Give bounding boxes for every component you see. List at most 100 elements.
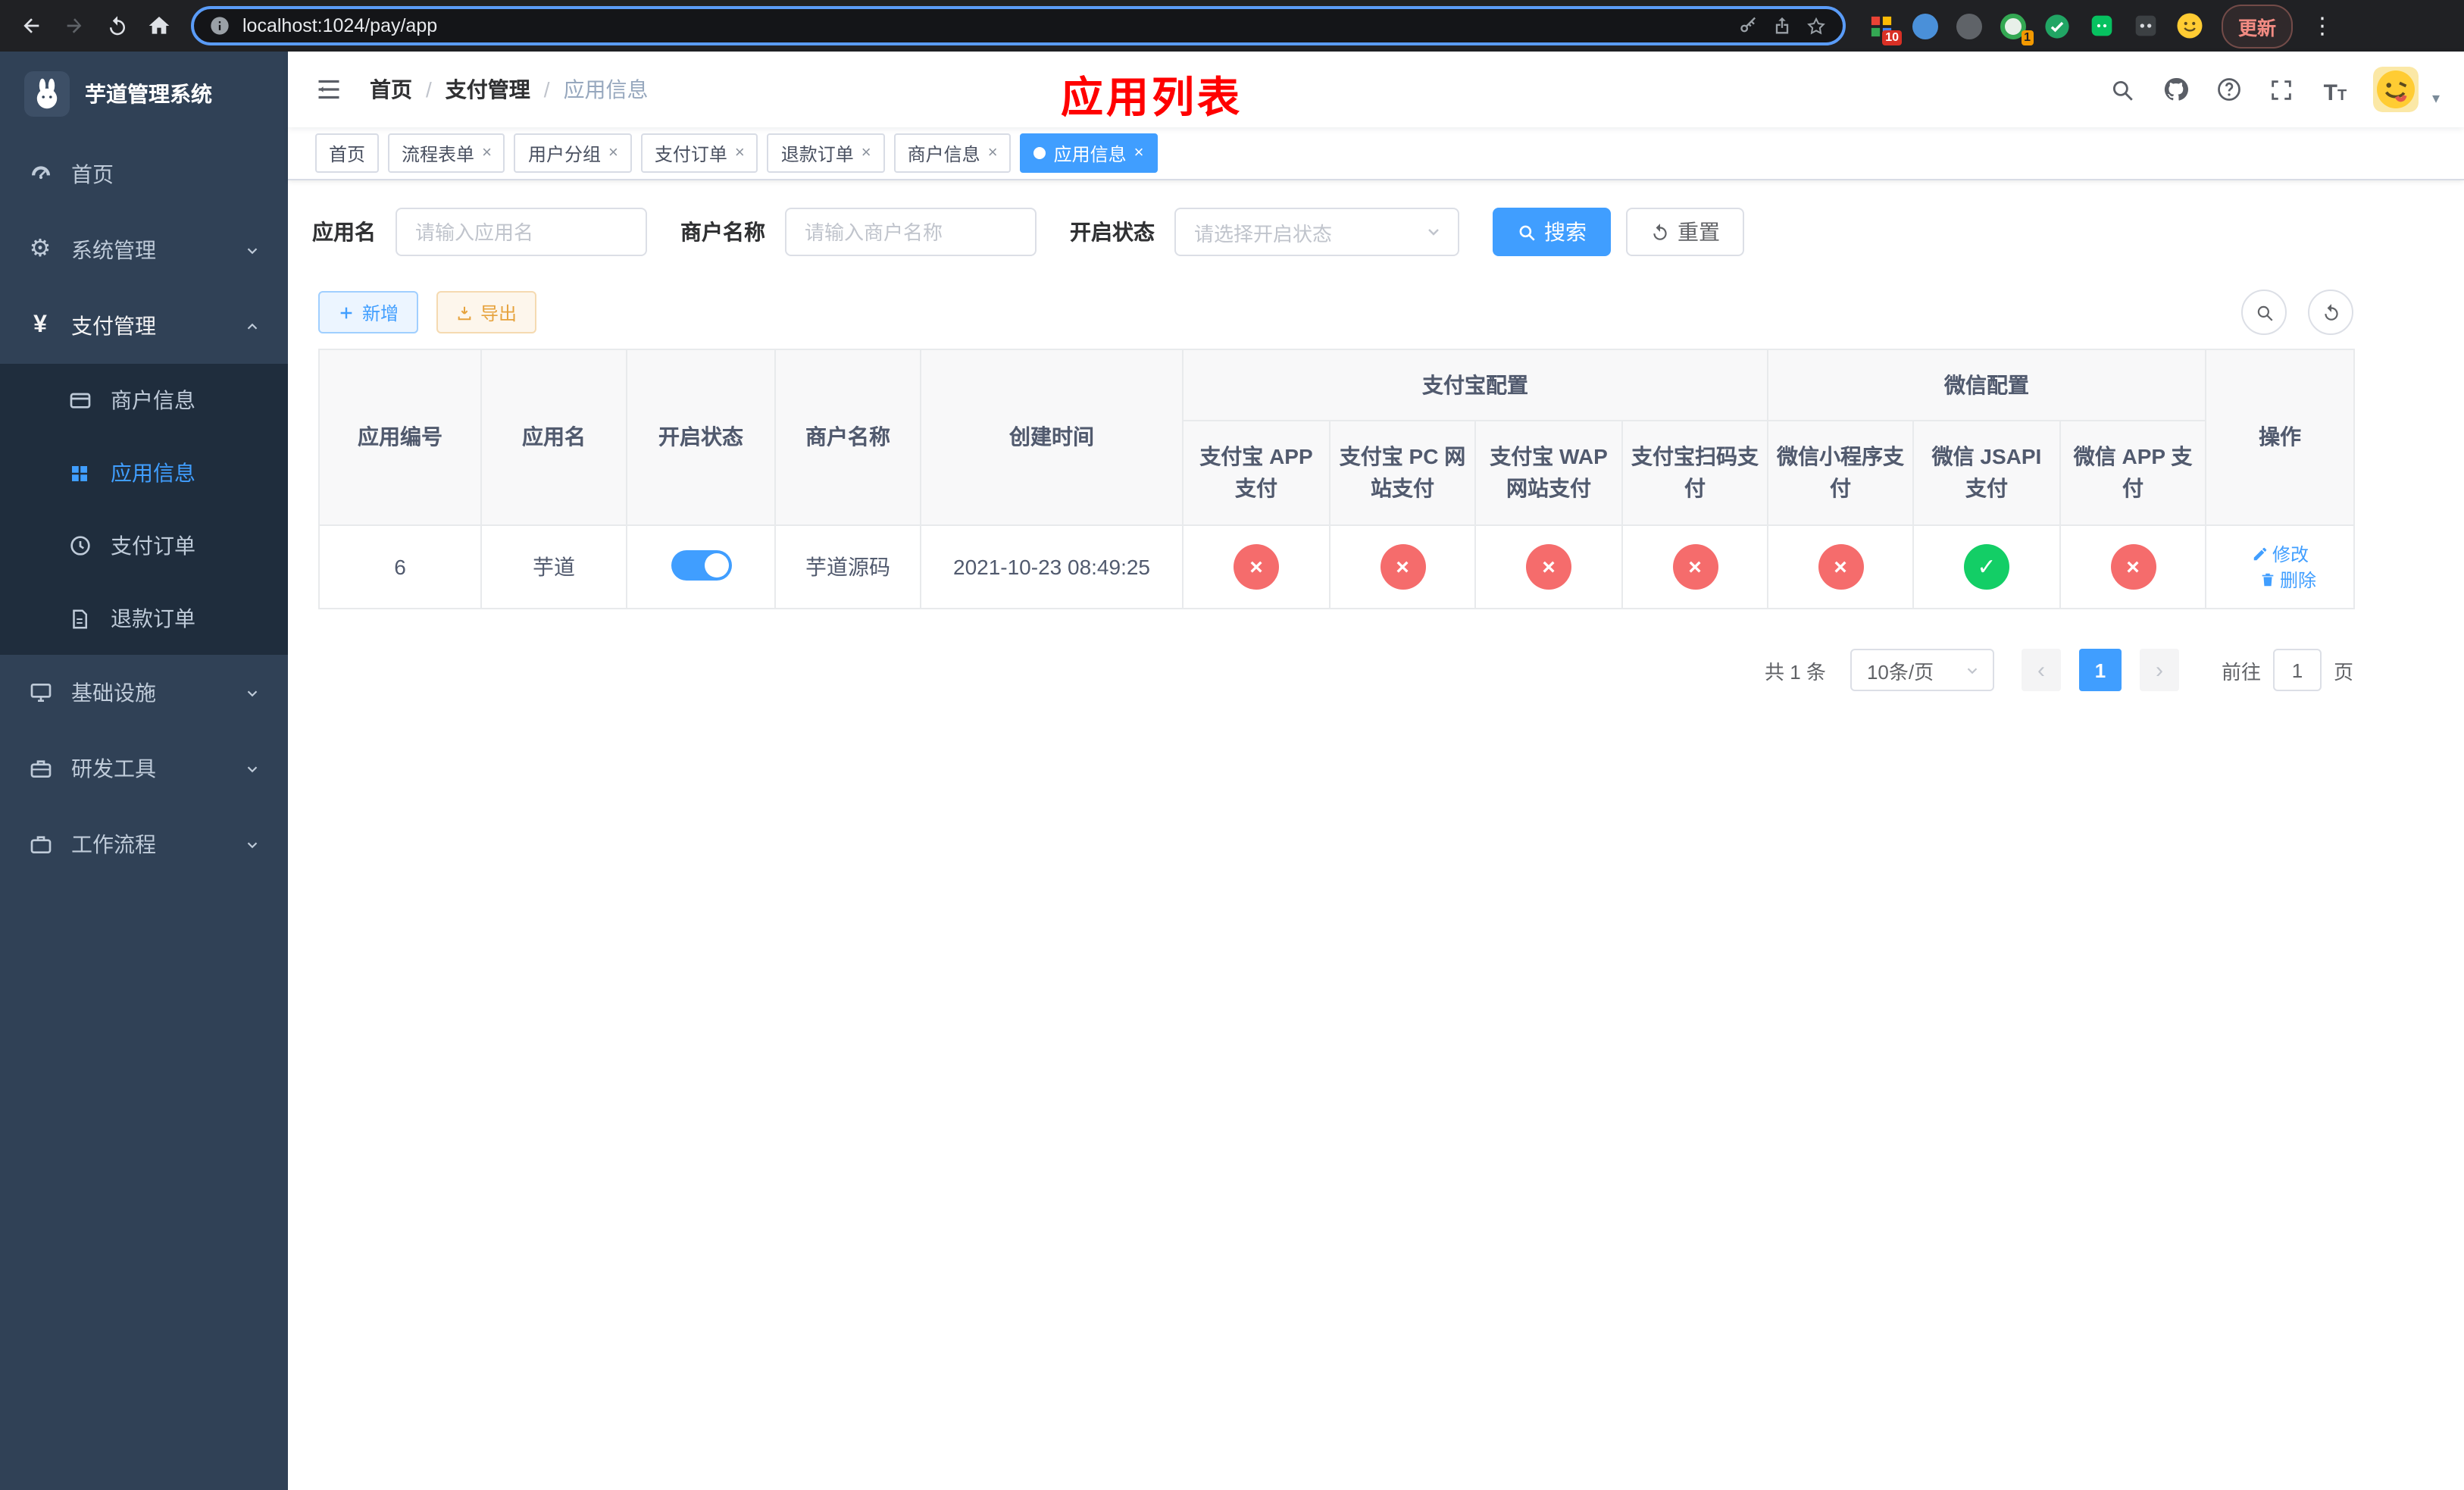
next-page-button[interactable]: ›: [2139, 649, 2179, 691]
browser-home-button[interactable]: [139, 6, 179, 45]
sidebar-item-home[interactable]: 首页: [0, 136, 288, 212]
prev-page-button[interactable]: ‹: [2021, 649, 2061, 691]
hamburger-icon[interactable]: [312, 73, 346, 106]
cell-merchant: 芋道源码: [774, 524, 921, 609]
browser-back-button[interactable]: [12, 6, 52, 45]
trash-icon: [2261, 573, 2273, 587]
extension-icon-emoji-avatar[interactable]: [2175, 11, 2203, 40]
site-info-icon[interactable]: [209, 15, 230, 36]
bookmark-star-icon[interactable]: [1805, 14, 1828, 37]
cell-alipay-app: ×: [1182, 524, 1330, 609]
close-icon[interactable]: ×: [608, 144, 618, 162]
monitor-icon: [27, 680, 53, 706]
close-icon[interactable]: ×: [1134, 144, 1144, 162]
font-size-icon[interactable]: TT: [2320, 74, 2350, 105]
extension-icon-ring[interactable]: 1: [1999, 11, 2034, 45]
button-label: 重置: [1678, 220, 1720, 244]
edit-link[interactable]: 修改: [2251, 541, 2309, 567]
browser-reload-button[interactable]: [97, 6, 136, 45]
sidebar-item-infrastructure[interactable]: 基础设施: [0, 655, 288, 731]
cell-alipay-pc: ×: [1329, 524, 1476, 609]
status-select[interactable]: 请选择开启状态: [1174, 208, 1459, 256]
column-header-created: 创建时间: [920, 349, 1184, 526]
extension-icon-gray[interactable]: [1955, 11, 1984, 40]
extension-badge: 10: [1882, 30, 1902, 45]
table-search-button[interactable]: [2241, 290, 2287, 335]
sidebar-item-label: 系统管理: [71, 238, 156, 262]
app-logo-row[interactable]: 芋道管理系统: [0, 52, 288, 136]
chevron-down-icon: [1428, 229, 1439, 236]
page-size-select[interactable]: 10条/页: [1850, 649, 1994, 691]
extension-icon-chat[interactable]: [2087, 11, 2115, 40]
search-icon: [2256, 305, 2272, 321]
sidebar-item-dev-tools[interactable]: 研发工具: [0, 731, 288, 806]
help-icon[interactable]: [2214, 74, 2244, 105]
table-refresh-button[interactable]: [2308, 290, 2353, 335]
topbar: 首页 / 支付管理 / 应用信息 应用列表 T T ▾: [288, 52, 2464, 127]
page-number-button[interactable]: 1: [2078, 649, 2122, 691]
add-button[interactable]: 新增: [318, 291, 419, 333]
cell-actions: 修改 删除: [2205, 524, 2356, 609]
enabled-toggle[interactable]: [671, 549, 731, 580]
sidebar-item-app-info[interactable]: 应用信息: [0, 437, 288, 509]
cell-app-name: 芋道: [480, 524, 627, 609]
extension-icon-dark[interactable]: [2131, 11, 2159, 40]
goto-page-input[interactable]: [2272, 649, 2322, 691]
app-name-input[interactable]: [396, 208, 647, 256]
extension-icon-grid[interactable]: 10: [1867, 11, 1902, 45]
tab-refund-order[interactable]: 退款订单 ×: [767, 133, 885, 173]
breadcrumb-payment[interactable]: 支付管理: [446, 74, 530, 105]
breadcrumb: 首页 / 支付管理 / 应用信息: [370, 74, 649, 105]
tab-label: 商户信息: [907, 143, 980, 164]
extension-icon-green-check[interactable]: [2043, 11, 2072, 40]
chrome-update-button[interactable]: 更新: [2222, 4, 2294, 48]
tab-process-form[interactable]: 流程表单 ×: [388, 133, 505, 173]
sidebar-item-merchant-info[interactable]: 商户信息: [0, 364, 288, 437]
yen-icon: ¥: [33, 312, 47, 338]
refresh-icon: [2324, 303, 2337, 320]
browser-menu-icon[interactable]: ⋮: [2302, 12, 2343, 39]
search-button[interactable]: 搜索: [1493, 208, 1611, 256]
cell-status: [626, 524, 776, 609]
clock-circle-icon: [67, 533, 92, 559]
export-button[interactable]: 导出: [436, 291, 537, 333]
sidebar-item-label: 首页: [71, 162, 114, 186]
search-icon[interactable]: [2108, 74, 2138, 105]
tab-app-info[interactable]: 应用信息 ×: [1020, 133, 1158, 173]
close-icon[interactable]: ×: [861, 144, 871, 162]
column-header-app-id: 应用编号: [318, 349, 482, 526]
goto-label: 前往: [2221, 660, 2261, 683]
fullscreen-icon[interactable]: [2267, 74, 2297, 105]
home-icon: [149, 17, 170, 34]
tab-home[interactable]: 首页: [315, 133, 380, 173]
browser-forward-button[interactable]: [55, 6, 94, 45]
avatar[interactable]: [2372, 67, 2419, 112]
close-icon[interactable]: ×: [988, 144, 998, 162]
sidebar-item-payment-management[interactable]: ¥ 支付管理: [0, 288, 288, 364]
url-bar[interactable]: localhost:1024/pay/app: [191, 6, 1846, 45]
merchant-name-input[interactable]: [785, 208, 1037, 256]
breadcrumb-home[interactable]: 首页: [370, 74, 412, 105]
extension-icon-blue[interactable]: [1911, 11, 1940, 40]
close-icon[interactable]: ×: [482, 144, 492, 162]
delete-link[interactable]: 删除: [2259, 567, 2316, 593]
sidebar-item-refund-orders[interactable]: 退款订单: [0, 582, 288, 655]
sidebar-item-workflow[interactable]: 工作流程: [0, 806, 288, 882]
password-key-icon[interactable]: [1738, 15, 1759, 36]
close-icon[interactable]: ×: [735, 144, 745, 162]
tab-label: 退款订单: [780, 143, 854, 164]
reset-button[interactable]: 重置: [1626, 208, 1744, 256]
github-icon[interactable]: [2161, 74, 2191, 105]
tab-label: 支付订单: [654, 143, 727, 164]
tab-user-group[interactable]: 用户分组 ×: [514, 133, 632, 173]
refresh-icon: [1653, 223, 1667, 239]
app-title: 芋道管理系统: [85, 82, 212, 106]
caret-down-icon[interactable]: ▾: [2432, 90, 2440, 107]
toggle-knob: [704, 552, 728, 577]
tab-payment-order[interactable]: 支付订单 ×: [640, 133, 758, 173]
share-icon[interactable]: [1771, 15, 1793, 36]
sidebar-item-system-management[interactable]: ⚙ 系统管理: [0, 212, 288, 288]
app-table: 应用编号 应用名 开启状态 商户名称 创建时间 支付宝配置 微信配置 操作 支付…: [318, 349, 2356, 609]
tab-merchant-info[interactable]: 商户信息 ×: [893, 133, 1012, 173]
sidebar-item-payment-orders[interactable]: 支付订单: [0, 509, 288, 582]
